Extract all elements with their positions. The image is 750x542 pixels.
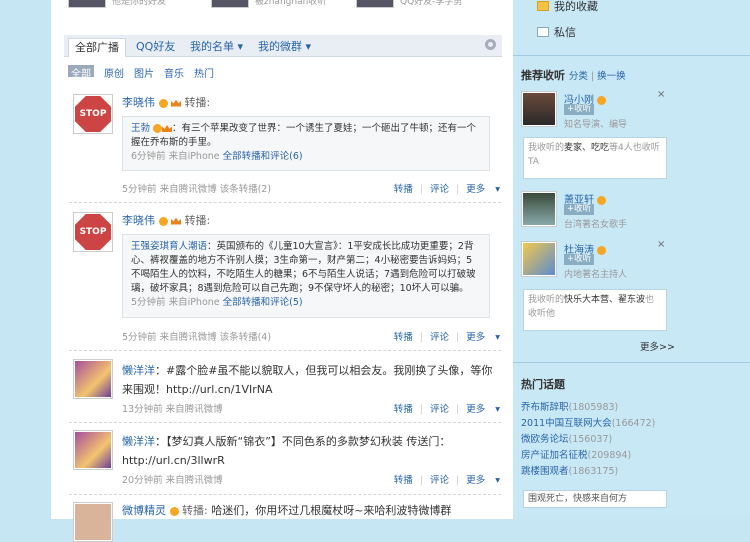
avatar[interactable]: STOP: [73, 94, 113, 134]
repost-button[interactable]: 转播: [394, 475, 413, 486]
author-name[interactable]: 李晓伟: [122, 96, 155, 109]
vip-icon: [169, 506, 179, 516]
timeline-tabs: 全部广播 QQ好友 我的名单 ▾ 我的微群 ▾: [64, 35, 502, 57]
star-icon: [537, 1, 549, 11]
tab-qq-friends[interactable]: QQ好友: [136, 38, 175, 57]
author-name[interactable]: 微博精灵: [122, 504, 166, 517]
filter-hot[interactable]: 热门: [194, 65, 214, 80]
recommend-header: 推荐收听 分类 | 换一换: [521, 69, 626, 82]
repost-button[interactable]: 转播: [394, 184, 413, 195]
avatar[interactable]: [521, 91, 557, 127]
close-icon[interactable]: ×: [657, 239, 665, 250]
vip-icon: [597, 245, 607, 255]
comment-button[interactable]: 评论: [430, 404, 449, 415]
comment-button[interactable]: 评论: [430, 332, 449, 343]
vip-icon: [597, 95, 607, 105]
avatar[interactable]: [73, 502, 113, 542]
friend-card[interactable]: QQ好友-李学勇: [356, 0, 462, 8]
comment-button[interactable]: 评论: [430, 475, 449, 486]
follow-button[interactable]: +收听: [564, 104, 595, 115]
vip-icon: [158, 216, 168, 226]
chevron-down-icon: ▾: [492, 332, 500, 343]
hot-topic[interactable]: 微欧务论坛(156037): [521, 432, 612, 448]
post-actions: 转播 | 评论 | 更多 ▾: [393, 184, 500, 195]
avatar[interactable]: [73, 430, 113, 470]
hot-topic[interactable]: 房产证加名征税(209894): [521, 448, 631, 464]
divider: [69, 350, 501, 351]
filter-original[interactable]: 原创: [104, 65, 124, 80]
quoted-post: 王强姿琪育人潮语：英国颁布的《儿童10大宣言》：1平安成长比成功更重要；2背心、…: [122, 234, 490, 318]
repost-button[interactable]: 转播: [394, 332, 413, 343]
filter-bar: 全部 原创 图片 音乐 热门: [68, 65, 214, 80]
avatar[interactable]: [521, 241, 557, 277]
quoted-author[interactable]: 王强姿琪育人潮语: [131, 241, 207, 252]
chevron-down-icon: ▾: [492, 475, 500, 486]
avatar[interactable]: [73, 359, 113, 399]
author-name[interactable]: 懒洋洋: [122, 364, 155, 377]
tab-my-list[interactable]: 我的名单 ▾: [190, 38, 243, 57]
post-actions: 转播 | 评论 | 更多 ▾: [393, 332, 500, 343]
crown-icon: [171, 217, 181, 225]
more-button[interactable]: 更多: [466, 475, 485, 486]
vip-icon: [597, 195, 607, 205]
filter-image[interactable]: 图片: [134, 65, 154, 80]
avatar[interactable]: STOP: [73, 212, 113, 252]
repost-button[interactable]: 转播: [394, 404, 413, 415]
post-actions: 转播 | 评论 | 更多 ▾: [393, 475, 500, 486]
close-icon[interactable]: ×: [657, 89, 665, 100]
follow-button[interactable]: +收听: [564, 254, 595, 265]
hot-topic[interactable]: 乔布斯辞职(1805983): [521, 400, 618, 416]
friend-card[interactable]: 被zhangnan收听: [211, 0, 326, 8]
mutual-follow-note: 我收听的快乐大本营、翟东波也收听他: [523, 289, 667, 331]
filter-music[interactable]: 音乐: [164, 65, 184, 80]
hot-topic-input[interactable]: 围观死亡，快感来自何方: [523, 490, 667, 508]
gear-icon[interactable]: [485, 39, 496, 50]
mutual-follow-note: 我收听的麦家、吃吃等4人也收听TA: [523, 137, 667, 179]
vip-icon: [158, 98, 168, 108]
tab-all[interactable]: 全部广播: [68, 38, 126, 57]
crown-icon: [162, 125, 173, 132]
quoted-author[interactable]: 王勃: [131, 123, 150, 134]
filter-all[interactable]: 全部: [68, 65, 94, 80]
post-actions: 转播 | 评论 | 更多 ▾: [393, 404, 500, 415]
main-timeline: 他是你的好友 被zhangnan收听 QQ好友-李学勇 全部广播 QQ好友 我的…: [51, 0, 513, 542]
chevron-down-icon: ▾: [492, 184, 500, 195]
chevron-down-icon: ▾: [492, 404, 500, 415]
avatar[interactable]: [68, 0, 106, 8]
mail-icon: [537, 27, 549, 37]
avatar[interactable]: [521, 191, 557, 227]
author-name[interactable]: 李晓伟: [122, 214, 155, 227]
category-link[interactable]: 分类: [569, 71, 588, 82]
chevron-down-icon: ▾: [234, 40, 244, 53]
comment-button[interactable]: 评论: [430, 184, 449, 195]
follow-button[interactable]: +收听: [564, 204, 595, 215]
sidebar-item-favorites[interactable]: 我的收藏: [537, 0, 598, 14]
all-comments-link[interactable]: 全部转播和评论(5): [223, 297, 303, 308]
divider: [69, 422, 501, 423]
hot-topics-header: 热门话题: [521, 378, 565, 391]
more-button[interactable]: 更多: [466, 332, 485, 343]
all-comments-link[interactable]: 全部转播和评论(6): [223, 151, 303, 162]
right-sidebar: 我的收藏 私信 推荐收听 分类 | 换一换 冯小刚 +收听 知名导演、编导 × …: [513, 0, 750, 519]
divider: [69, 494, 501, 495]
tab-my-groups[interactable]: 我的微群 ▾: [258, 38, 311, 57]
quoted-post: 王勃 ：有三个苹果改变了世界：一个诱生了夏娃；一个砸出了牛顿；还有一个握在乔布斯…: [122, 116, 490, 171]
chevron-down-icon: ▾: [302, 40, 312, 53]
sidebar-item-messages[interactable]: 私信: [537, 24, 576, 40]
author-name[interactable]: 懒洋洋: [122, 435, 155, 448]
more-link[interactable]: 更多>>: [640, 339, 675, 353]
friend-card[interactable]: 他是你的好友: [68, 0, 166, 8]
hot-topic[interactable]: 跳楼围观者(1863175): [521, 464, 618, 480]
divider: [69, 202, 501, 203]
more-button[interactable]: 更多: [466, 404, 485, 415]
crown-icon: [171, 99, 181, 107]
swap-link[interactable]: 换一换: [597, 71, 626, 82]
hot-topic[interactable]: 2011中国互联网大会(166472): [521, 416, 655, 432]
friend-strip: 他是你的好友 被zhangnan收听 QQ好友-李学勇: [51, 0, 513, 14]
avatar[interactable]: [356, 0, 394, 8]
avatar[interactable]: [211, 0, 249, 8]
more-button[interactable]: 更多: [466, 184, 485, 195]
vip-icon: [153, 124, 163, 133]
